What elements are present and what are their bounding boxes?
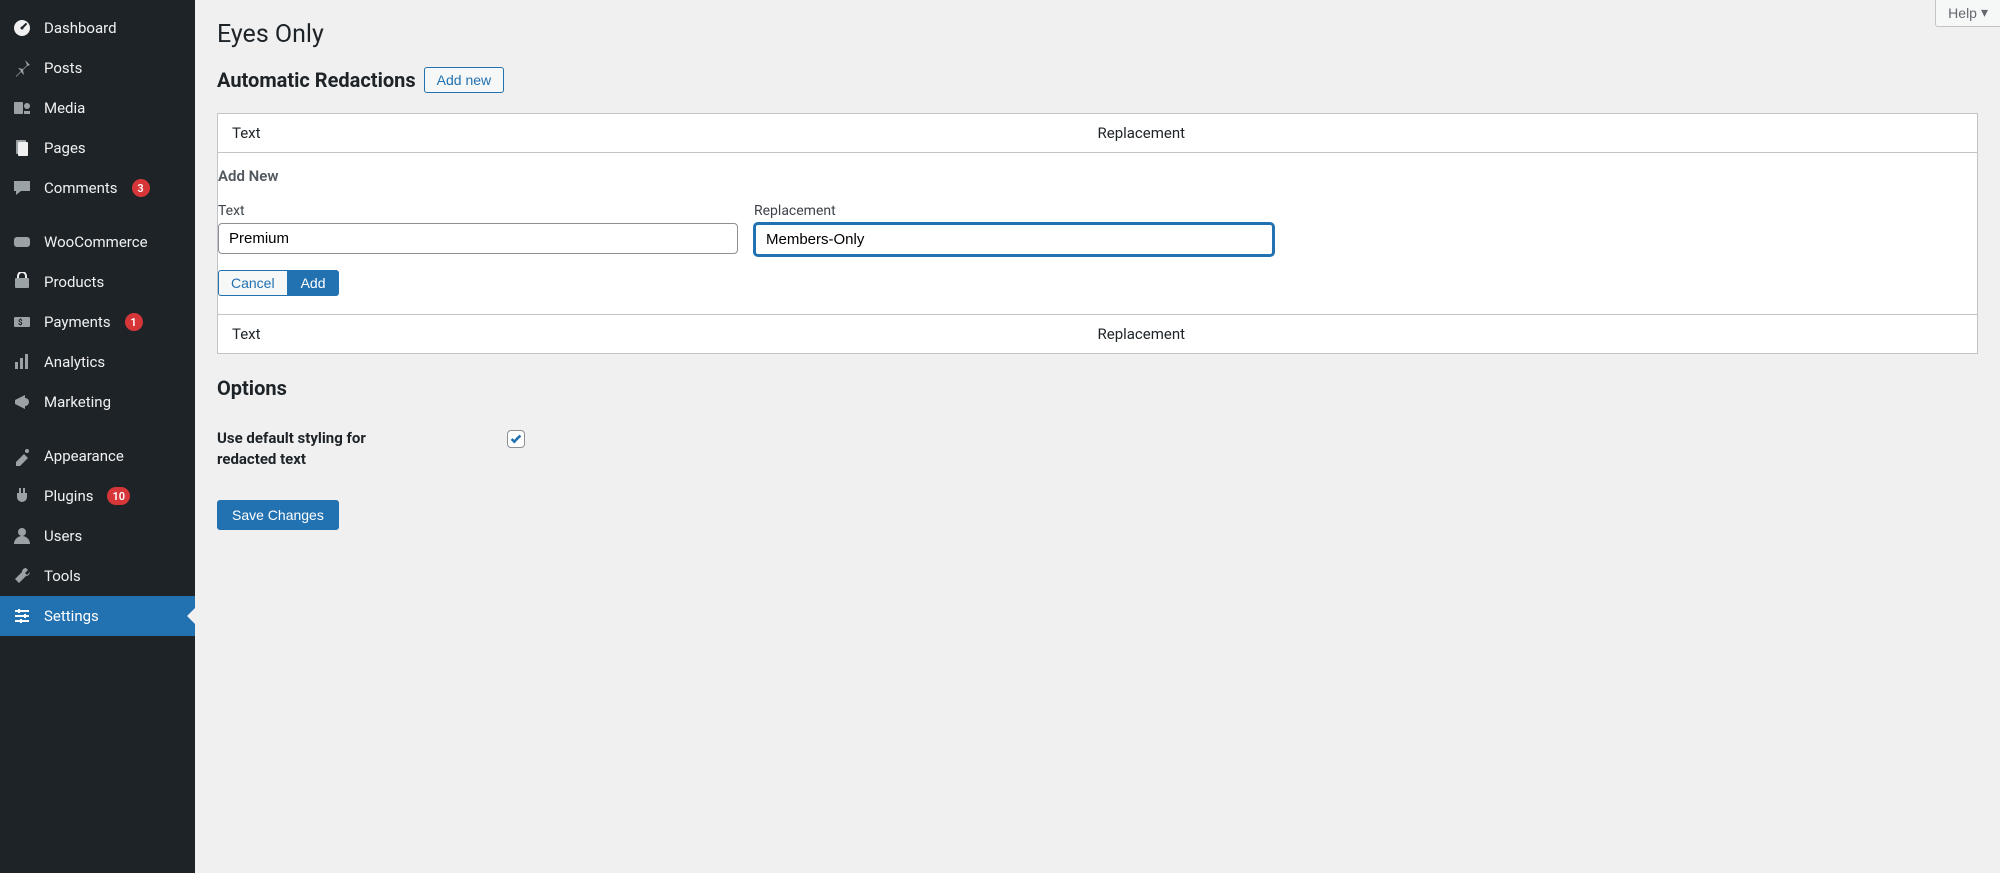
pages-icon [12, 138, 32, 158]
add-new-heading: Add New [218, 167, 1977, 203]
sidebar-item-label: WooCommerce [44, 233, 148, 251]
replacement-input[interactable] [754, 223, 1274, 256]
pin-icon [12, 58, 32, 78]
users-icon [12, 526, 32, 546]
sidebar-separator [0, 208, 195, 222]
sidebar-item-appearance[interactable]: Appearance [0, 436, 195, 476]
sidebar-badge: 10 [107, 487, 130, 505]
appearance-icon [12, 446, 32, 466]
sidebar-item-label: Payments [44, 313, 111, 331]
sidebar-item-label: Pages [44, 139, 86, 157]
sidebar-separator [0, 422, 195, 436]
dropdown-icon: ▾ [1981, 4, 1988, 21]
woo-icon [12, 232, 32, 252]
option-checkbox[interactable] [507, 430, 525, 448]
sidebar-item-dashboard[interactable]: Dashboard [0, 8, 195, 48]
page-title: Eyes Only [217, 0, 1978, 67]
sidebar-item-label: Products [44, 273, 104, 291]
sidebar-item-label: Plugins [44, 487, 93, 505]
payments-icon [12, 312, 32, 332]
sidebar-item-comments[interactable]: Comments 3 [0, 168, 195, 208]
sidebar-item-label: Appearance [44, 447, 124, 465]
sidebar-item-users[interactable]: Users [0, 516, 195, 556]
help-label: Help [1948, 5, 1977, 21]
sidebar-item-marketing[interactable]: Marketing [0, 382, 195, 422]
sidebar-item-label: Analytics [44, 353, 105, 371]
options-heading: Options [217, 376, 1978, 400]
sidebar-item-media[interactable]: Media [0, 88, 195, 128]
sidebar-badge: 1 [125, 313, 143, 331]
sidebar-item-analytics[interactable]: Analytics [0, 342, 195, 382]
tools-icon [12, 566, 32, 586]
sidebar-item-woocommerce[interactable]: WooCommerce [0, 222, 195, 262]
add-button[interactable]: Add [288, 270, 339, 296]
section-heading: Automatic Redactions [217, 68, 416, 92]
sidebar-item-label: Marketing [44, 393, 111, 411]
main-content: Help ▾ Eyes Only Automatic Redactions Ad… [195, 0, 2000, 873]
dashboard-icon [12, 18, 32, 38]
media-icon [12, 98, 32, 118]
sidebar-item-tools[interactable]: Tools [0, 556, 195, 596]
table-footer-text: Text [232, 325, 1098, 343]
table-header-row: Text Replacement [218, 114, 1977, 152]
sidebar-item-products[interactable]: Products [0, 262, 195, 302]
sidebar-item-payments[interactable]: Payments 1 [0, 302, 195, 342]
option-label: Use default styling for redacted text [217, 428, 417, 470]
sidebar-item-label: Tools [44, 567, 81, 585]
sidebar-item-label: Comments [44, 179, 118, 197]
sidebar-item-plugins[interactable]: Plugins 10 [0, 476, 195, 516]
check-icon [509, 432, 523, 446]
option-row-default-styling: Use default styling for redacted text [217, 428, 1978, 470]
add-new-form: Add New Text Replacement Cancel Add [218, 152, 1977, 314]
replacement-field-label: Replacement [754, 203, 1274, 219]
analytics-icon [12, 352, 32, 372]
table-footer-replacement: Replacement [1098, 325, 1964, 343]
sidebar-item-label: Settings [44, 607, 99, 625]
cancel-button[interactable]: Cancel [218, 270, 288, 296]
redactions-table: Text Replacement Add New Text Replacemen… [217, 113, 1978, 354]
sidebar-item-posts[interactable]: Posts [0, 48, 195, 88]
table-header-text: Text [232, 124, 1098, 142]
marketing-icon [12, 392, 32, 412]
products-icon [12, 272, 32, 292]
sidebar-badge: 3 [132, 179, 150, 197]
sidebar-item-label: Users [44, 527, 82, 545]
table-header-replacement: Replacement [1098, 124, 1964, 142]
table-footer-row: Text Replacement [218, 314, 1977, 353]
sidebar-item-pages[interactable]: Pages [0, 128, 195, 168]
help-button[interactable]: Help ▾ [1935, 0, 2000, 27]
sidebar-item-settings[interactable]: Settings [0, 596, 195, 636]
text-field-label: Text [218, 203, 738, 219]
sidebar-item-label: Posts [44, 59, 82, 77]
settings-icon [12, 606, 32, 626]
sidebar-item-label: Dashboard [44, 19, 117, 37]
sidebar-item-label: Media [44, 99, 85, 117]
add-new-button[interactable]: Add new [424, 67, 504, 93]
comments-icon [12, 178, 32, 198]
plugins-icon [12, 486, 32, 506]
admin-sidebar: Dashboard Posts Media Pages Comments 3 WooComm… [0, 0, 195, 873]
save-changes-button[interactable]: Save Changes [217, 500, 339, 530]
text-input[interactable] [218, 223, 738, 254]
